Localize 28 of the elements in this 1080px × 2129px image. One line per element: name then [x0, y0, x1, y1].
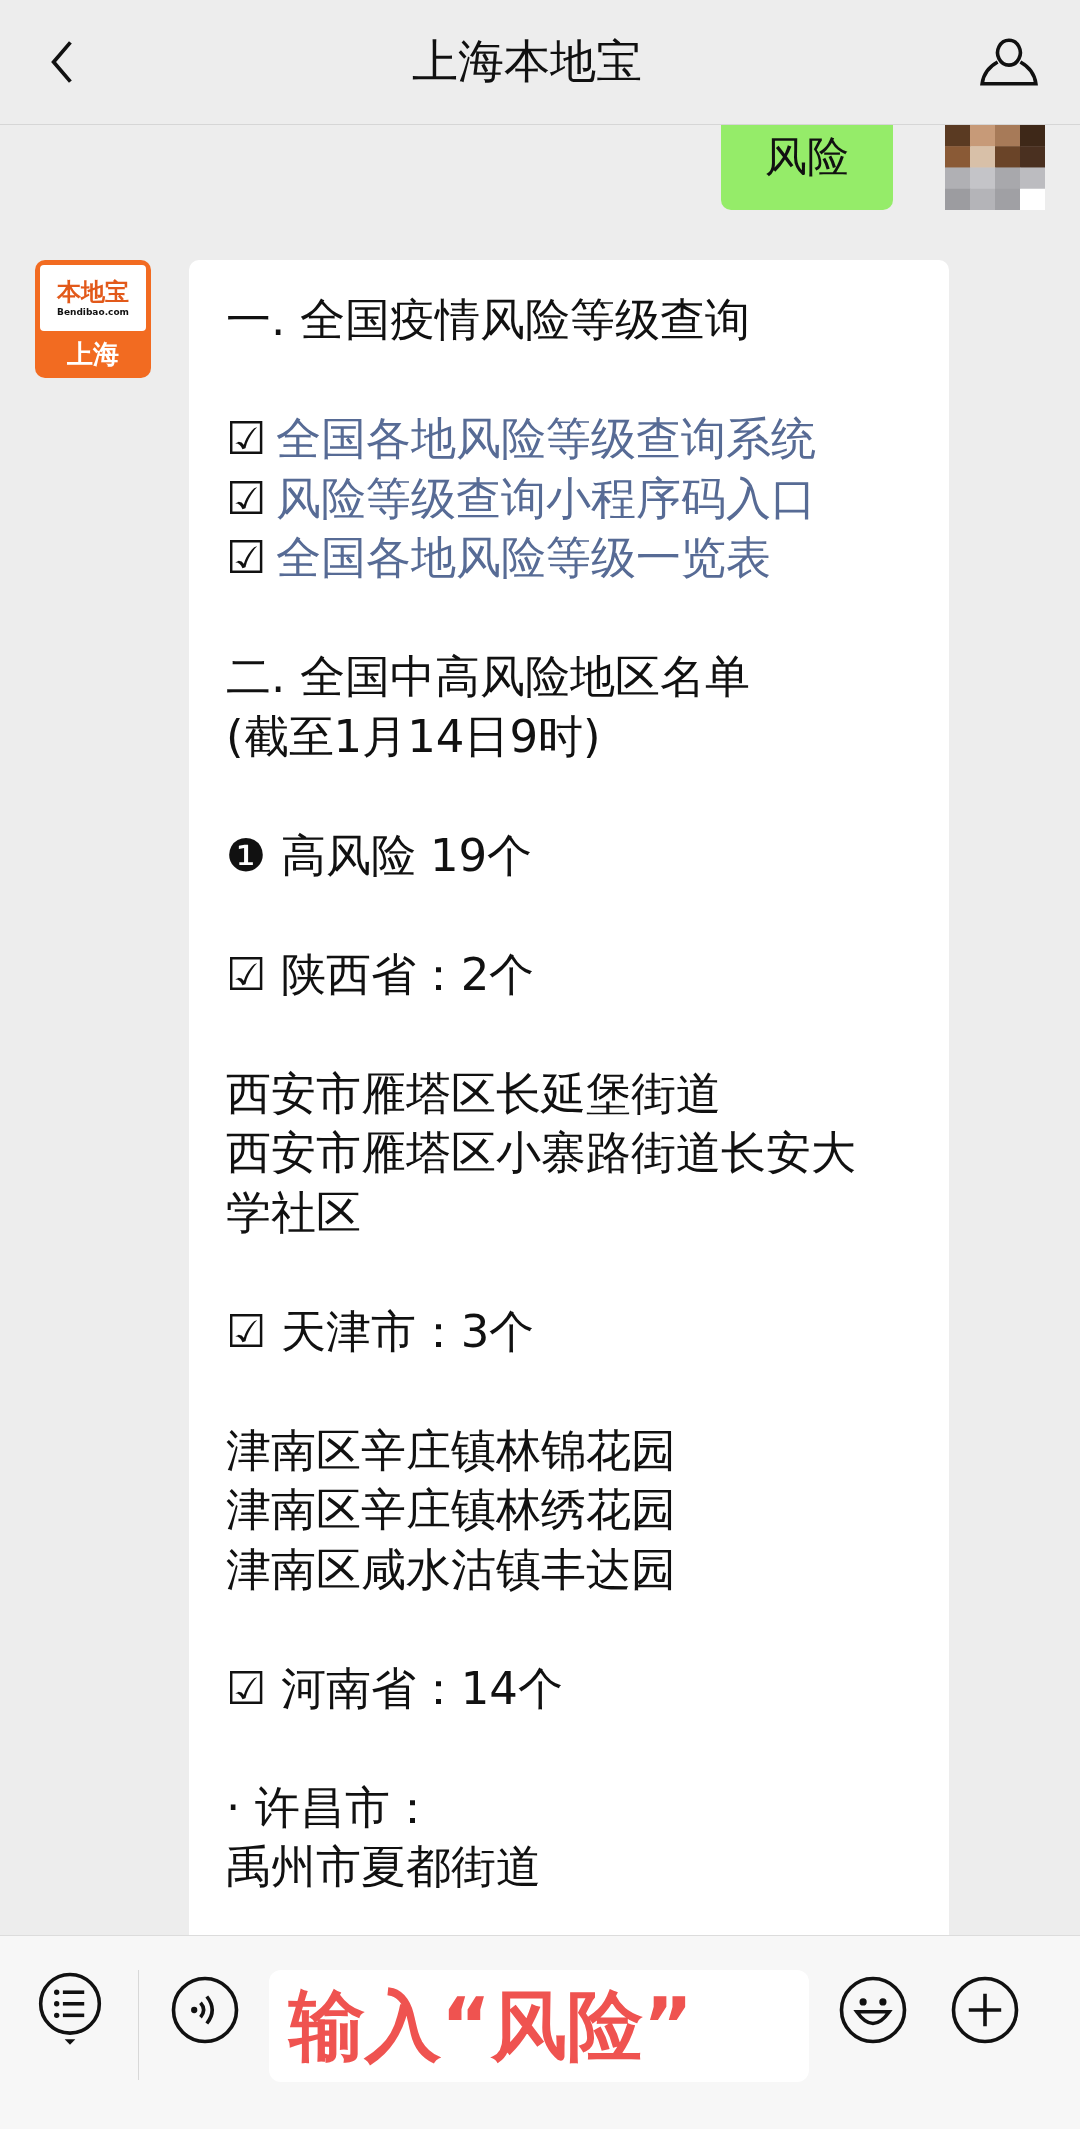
logo-avatar[interactable]: 本地宝 Bendibao.com 上海 [35, 260, 151, 378]
message-bubble: 风险 [721, 125, 893, 210]
message-text: (截至1月14日9时) [226, 709, 601, 763]
message-text: 津南区咸水沽镇丰达园 [226, 1542, 676, 1596]
message-text: ☑ 天津市：3个 [226, 1304, 535, 1358]
message-text: 西安市雁塔区长延堡街道 [226, 1066, 721, 1120]
person-icon[interactable] [978, 36, 1040, 88]
message-input[interactable]: 输入“风险” [269, 1970, 809, 2082]
article-link[interactable]: 全国各地风险等级一览表 [276, 531, 772, 584]
logo-subtext: Bendibao.com [57, 306, 129, 318]
message-text: ☑ 陕西省：2个 [226, 947, 535, 1001]
message-text: · 许昌市： [226, 1780, 435, 1834]
message-text: 禹州市夏都街道 [226, 1840, 541, 1893]
article-link[interactable]: 风险等级查询小程序码入口 [276, 471, 817, 525]
logo-text: 本地宝 [57, 278, 129, 306]
article-link[interactable]: 全国各地风险等级查询系统 [276, 412, 817, 465]
message-text: 西安市雁塔区小寨路街道长安大学社区 [226, 1126, 856, 1239]
message-text: 津南区辛庄镇林绣花园 [226, 1483, 676, 1536]
message-text: 津南区辛庄镇林锦花园 [226, 1423, 676, 1477]
checkbox-mark: ☑ [226, 412, 267, 465]
checkbox-mark: ☑ [226, 471, 267, 525]
window-title: 上海本地宝 [412, 33, 642, 90]
message-text: 二. 全国中高风险地区名单 [226, 650, 750, 703]
message-text: ❶ 高风险 19个 [226, 828, 533, 882]
message-text: 一. 全国疫情风险等级查询 [226, 293, 750, 346]
message-text: ☑ 河南省：14个 [226, 1661, 563, 1715]
logo-city: 上海 [67, 338, 119, 371]
checkbox-mark: ☑ [226, 531, 267, 584]
